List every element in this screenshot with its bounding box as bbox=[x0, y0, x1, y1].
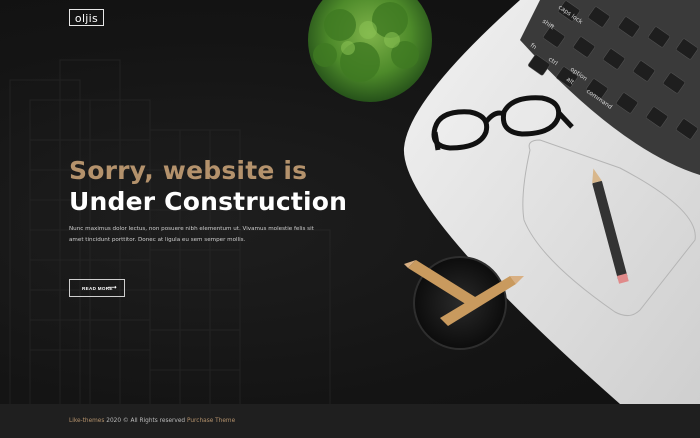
hero-section: oljis Sorry, website is Under Constructi… bbox=[0, 0, 700, 404]
plant bbox=[308, 0, 432, 102]
city-buildings-background bbox=[9, 59, 331, 404]
footer-brand-link[interactable]: Like-themes bbox=[69, 418, 104, 424]
arrow-right-icon: ⟶ bbox=[108, 285, 117, 291]
site-footer: Like-themes 2020 © All Rights reserved P… bbox=[0, 404, 700, 438]
read-more-button[interactable]: READ MORE ⟶ bbox=[69, 279, 125, 297]
footer-copyright-text: 2020 © All Rights reserved bbox=[106, 418, 186, 424]
site-logo-text: oljis bbox=[74, 12, 99, 25]
desk-scene-illustration: caps lock shift fn ctrl option alt comma… bbox=[308, 0, 700, 404]
site-logo[interactable]: oljis bbox=[69, 9, 104, 26]
purchase-theme-link[interactable]: Purchase Theme bbox=[187, 418, 235, 424]
footer-copyright: Like-themes 2020 © All Rights reserved P… bbox=[69, 404, 235, 438]
hero-description: Nunc maximus dolor lectus, non posuere n… bbox=[69, 226, 314, 243]
